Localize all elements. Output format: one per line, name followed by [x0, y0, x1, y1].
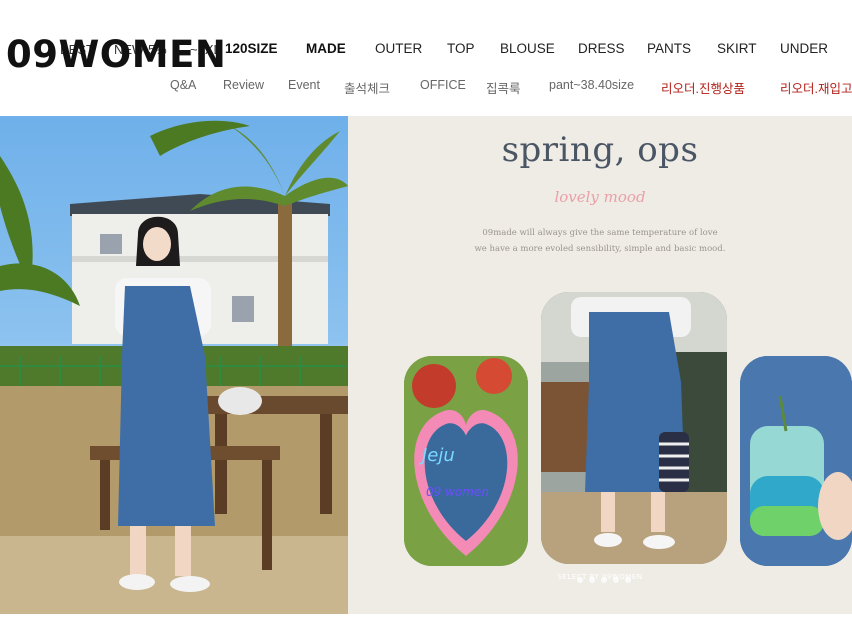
promo-panel[interactable]: spring, ops lovely mood 09made will alwa…: [348, 116, 852, 614]
nav-item-made[interactable]: MADE: [306, 41, 346, 56]
nav-item-review[interactable]: Review: [223, 78, 264, 92]
heart-mirror-illustration: Jeju 09 women: [404, 356, 528, 566]
drink-photo-card[interactable]: [740, 356, 852, 566]
nav-item-office[interactable]: OFFICE: [420, 78, 466, 92]
carousel-dot-1[interactable]: [577, 577, 583, 583]
model-card-illustration: [541, 292, 727, 564]
site-header: BEST NEW 5% ~2XL 09WOMEN 120SIZE MADE OU…: [0, 0, 852, 117]
nav-item-homelook[interactable]: 집콕룩: [486, 78, 521, 97]
nav-item-pant-size[interactable]: pant~38.40size: [549, 78, 634, 92]
model-photo-illustration: [0, 120, 348, 614]
carousel-dot-5[interactable]: [625, 577, 631, 583]
main-banner[interactable]: spring, ops lovely mood 09made will alwa…: [0, 116, 852, 614]
nav-item-attendance[interactable]: 출석체크: [344, 78, 390, 97]
drink-illustration: [740, 356, 852, 566]
mirror-text-09women: 09 women: [426, 485, 489, 499]
carousel-dot-2[interactable]: [589, 577, 595, 583]
model-photo[interactable]: [0, 116, 348, 614]
nav-item-reorder-progress[interactable]: 리오더.진행상품: [661, 78, 745, 97]
banner-credit: SELECT BY 09WOMEN: [557, 573, 643, 581]
nav-item-qna[interactable]: Q&A: [170, 78, 196, 92]
nav-item-pants[interactable]: PANTS: [647, 41, 691, 56]
carousel-dot-3[interactable]: [601, 577, 607, 583]
nav-item-120size[interactable]: 120SIZE: [225, 41, 278, 56]
mirror-photo-card[interactable]: Jeju 09 women: [404, 356, 528, 566]
nav-item-top[interactable]: TOP: [447, 41, 475, 56]
nav-item-skirt[interactable]: SKIRT: [717, 41, 757, 56]
site-logo[interactable]: 09WOMEN: [6, 36, 226, 73]
nav-item-dress[interactable]: DRESS: [578, 41, 625, 56]
nav-item-event[interactable]: Event: [288, 78, 320, 92]
mirror-text-jeju: Jeju: [419, 445, 455, 466]
carousel-dot-4[interactable]: [613, 577, 619, 583]
nav-item-outer[interactable]: OUTER: [375, 41, 422, 56]
banner-tagline-1: 09made will always give the same tempera…: [482, 228, 718, 238]
banner-subtitle: lovely mood: [554, 188, 646, 206]
model-card[interactable]: [541, 292, 727, 564]
nav-item-reorder-restock[interactable]: 리오더.재입고: [780, 78, 852, 97]
banner-title: spring, ops: [501, 130, 699, 170]
banner-tagline-2: we have a more evoled sensibility, simpl…: [474, 244, 726, 254]
nav-item-under[interactable]: UNDER: [780, 41, 828, 56]
nav-item-blouse[interactable]: BLOUSE: [500, 41, 555, 56]
